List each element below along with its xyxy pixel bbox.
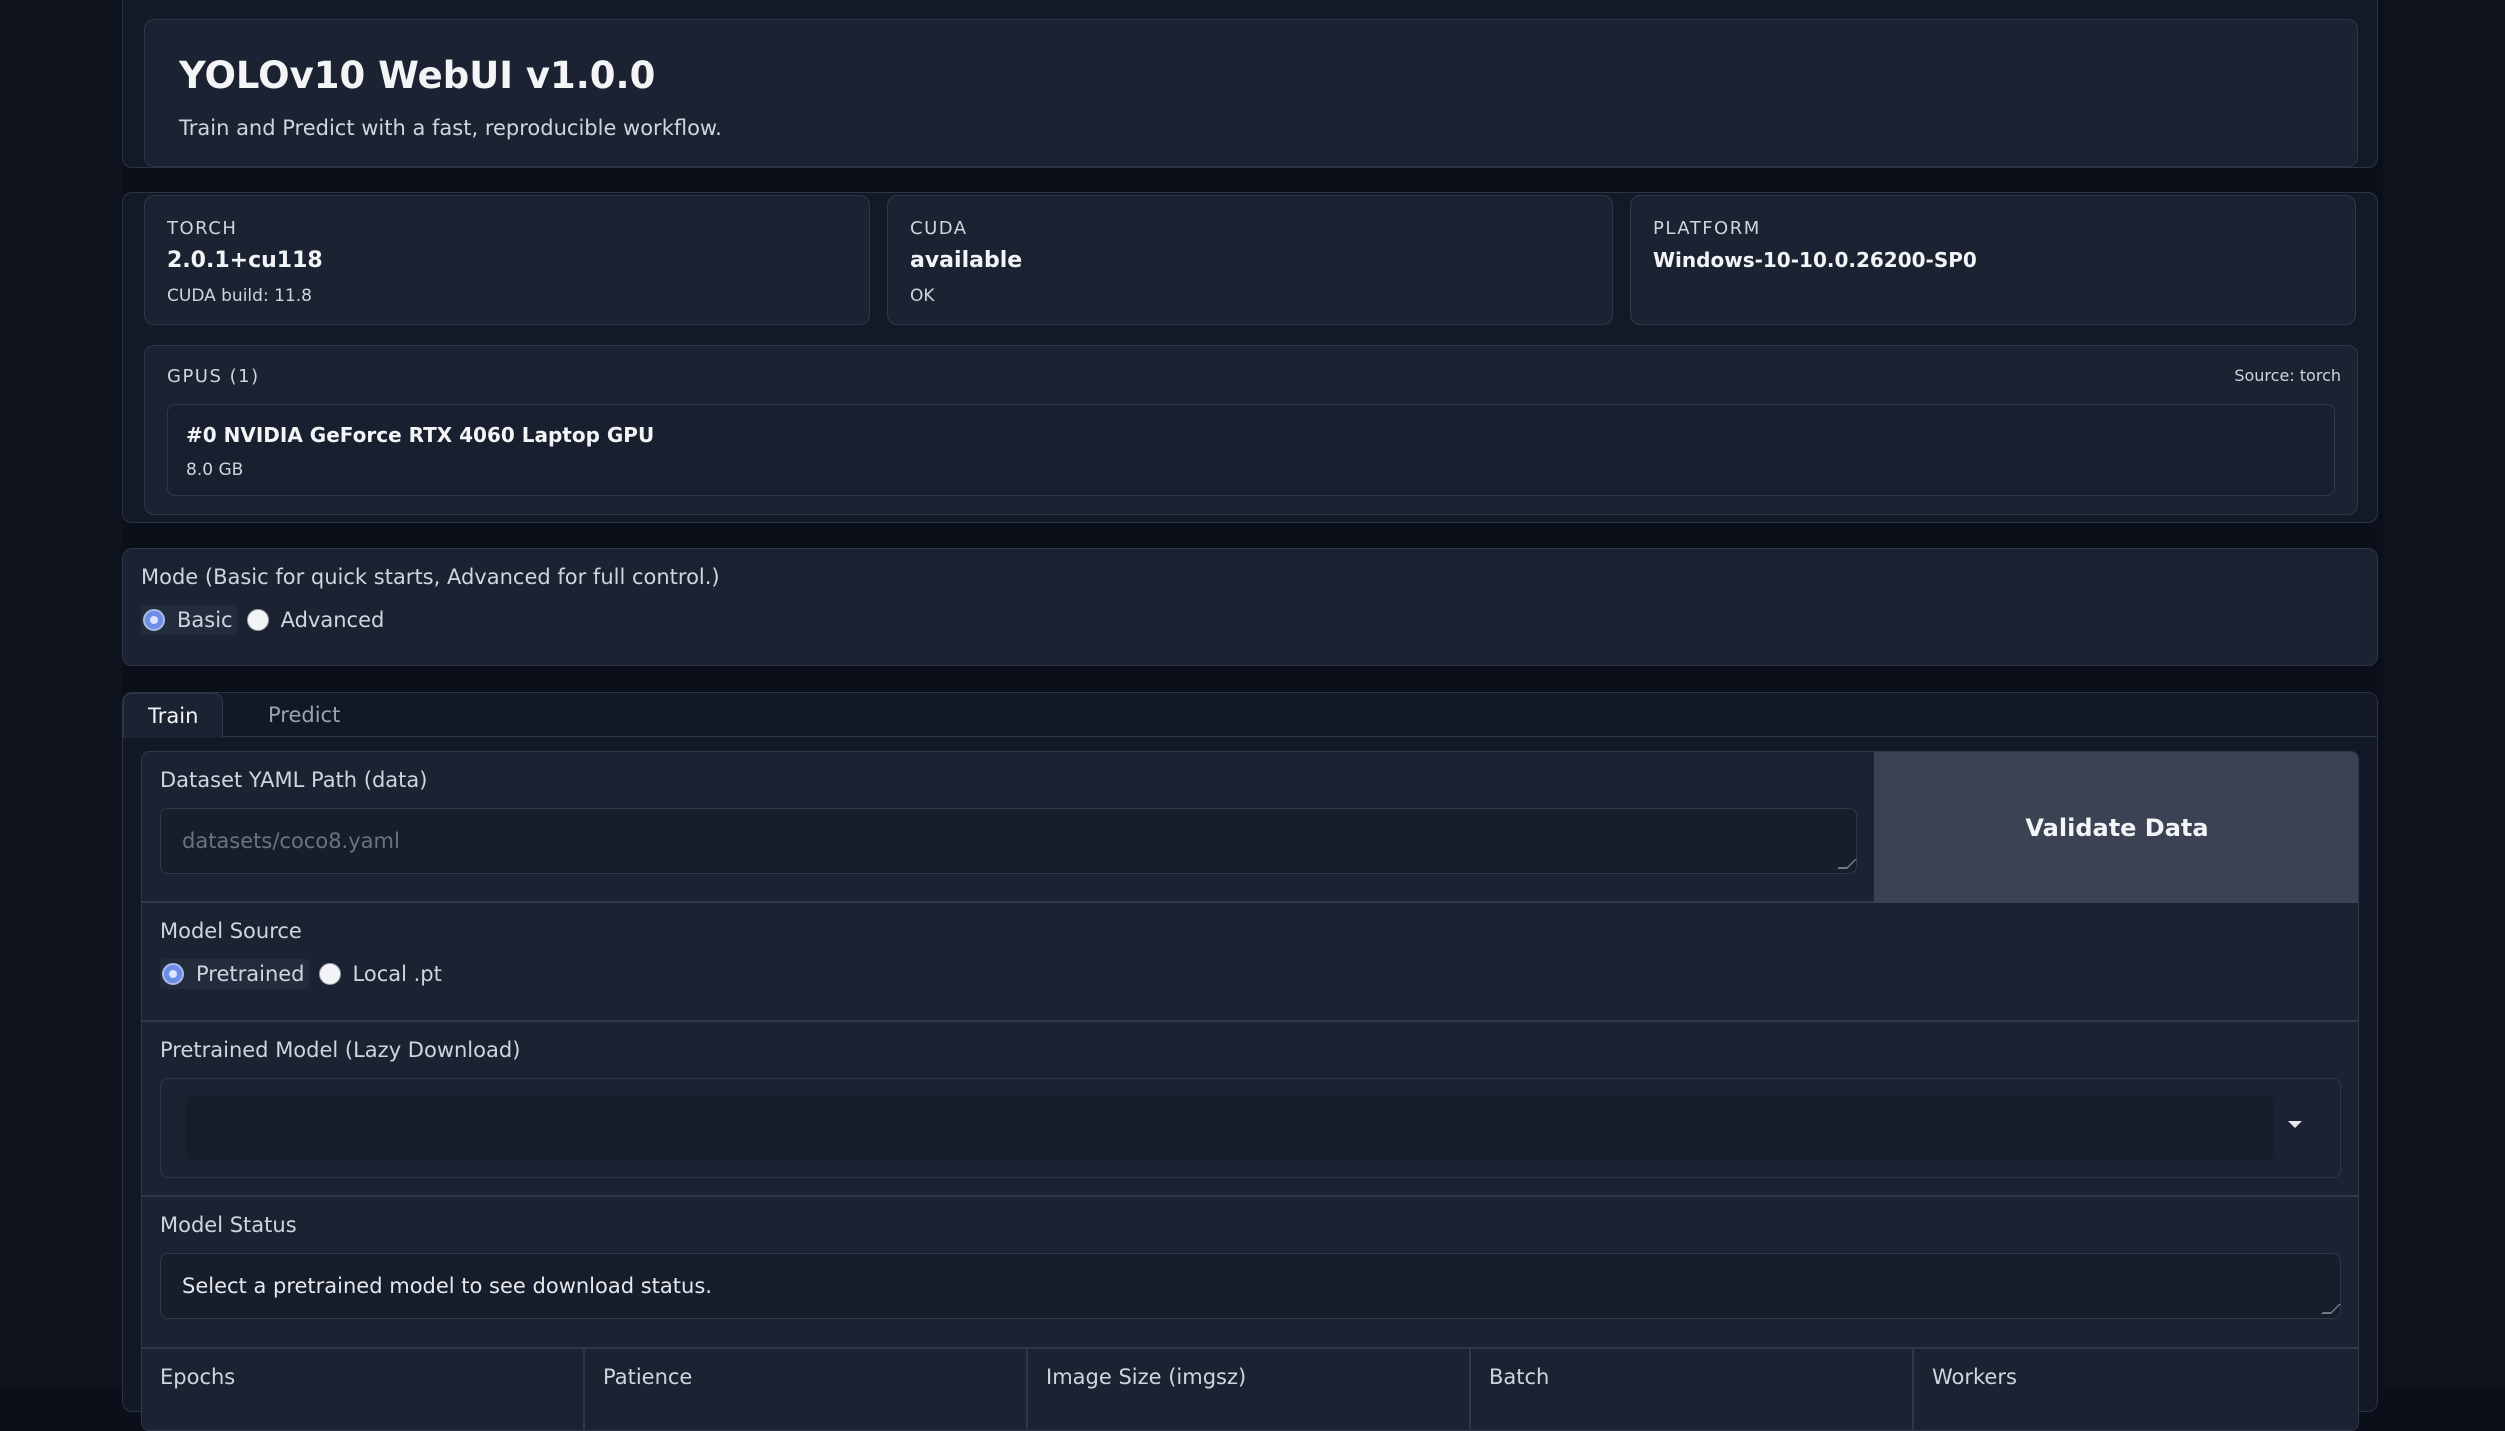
cuda-status: OK xyxy=(910,286,935,306)
torch-version: 2.0.1+cu118 xyxy=(167,248,323,273)
pretrained-model-dropdown[interactable] xyxy=(160,1078,2341,1178)
mode-radio-group: Basic Advanced xyxy=(141,605,388,635)
gpus-source: Source: torch xyxy=(2234,366,2341,385)
radio-selected-icon xyxy=(143,609,165,631)
workers-label: Workers xyxy=(1932,1365,2017,1389)
cuda-availability: available xyxy=(910,248,1022,273)
model-source-label: Model Source xyxy=(160,919,302,943)
mode-advanced-label: Advanced xyxy=(281,608,385,632)
param-patience: Patience xyxy=(585,1349,1028,1431)
epochs-label: Epochs xyxy=(160,1365,235,1389)
pretrained-option-label: Pretrained xyxy=(196,962,305,986)
torch-card: TORCH 2.0.1+cu118 CUDA build: 11.8 xyxy=(144,195,870,325)
cuda-build: CUDA build: 11.8 xyxy=(167,286,312,306)
app-subtitle: Train and Predict with a fast, reproduci… xyxy=(179,116,722,140)
page-gutter-right xyxy=(2383,0,2505,1389)
main-container: YOLOv10 WebUI v1.0.0 Train and Predict w… xyxy=(122,0,2378,1389)
mode-basic-radio[interactable]: Basic xyxy=(141,605,237,635)
dataset-label: Dataset YAML Path (data) xyxy=(160,768,427,792)
model-source-local-radio[interactable]: Local .pt xyxy=(317,959,446,989)
pretrained-model-select-input[interactable] xyxy=(185,1095,2274,1161)
platform-value: Windows-10-10.0.26200-SP0 xyxy=(1653,248,1977,272)
environment-panel: TORCH 2.0.1+cu118 CUDA build: 11.8 CUDA … xyxy=(122,192,2378,523)
param-workers: Workers xyxy=(1914,1349,2359,1431)
header-panel: YOLOv10 WebUI v1.0.0 Train and Predict w… xyxy=(122,0,2378,168)
model-status-textbox[interactable]: Select a pretrained model to see downloa… xyxy=(160,1253,2341,1319)
gpus-label: GPUS (1) xyxy=(167,366,260,387)
patience-label: Patience xyxy=(603,1365,692,1389)
local-pt-option-label: Local .pt xyxy=(353,962,442,986)
header-card: YOLOv10 WebUI v1.0.0 Train and Predict w… xyxy=(144,19,2358,167)
dataset-path-input[interactable]: datasets/coco8.yaml xyxy=(160,808,1857,874)
tab-predict[interactable]: Predict xyxy=(244,693,364,738)
training-params-row: Epochs Patience Image Size (imgsz) Batch… xyxy=(142,1349,2358,1431)
tab-train[interactable]: Train xyxy=(123,693,223,738)
gpu-name: #0 NVIDIA GeForce RTX 4060 Laptop GPU xyxy=(186,423,654,447)
model-source-radio-group: Pretrained Local .pt xyxy=(160,959,446,989)
gpu-memory: 8.0 GB xyxy=(186,460,243,480)
image-size-label: Image Size (imgsz) xyxy=(1046,1365,1246,1389)
mode-panel: Mode (Basic for quick starts, Advanced f… xyxy=(122,548,2378,666)
dataset-row: Dataset YAML Path (data) datasets/coco8.… xyxy=(142,752,2358,903)
mode-basic-label: Basic xyxy=(177,608,233,632)
pretrained-model-label: Pretrained Model (Lazy Download) xyxy=(160,1038,520,1062)
pretrained-model-row: Pretrained Model (Lazy Download) xyxy=(142,1022,2358,1197)
platform-label: PLATFORM xyxy=(1653,218,1761,239)
model-source-pretrained-radio[interactable]: Pretrained xyxy=(160,959,309,989)
model-status-label: Model Status xyxy=(160,1213,297,1237)
radio-selected-icon xyxy=(162,963,184,985)
tab-bar: Train Predict xyxy=(123,693,2377,737)
resize-handle-icon[interactable] xyxy=(2321,1304,2341,1314)
model-status-row: Model Status Select a pretrained model t… xyxy=(142,1197,2358,1349)
resize-handle-icon[interactable] xyxy=(1837,859,1857,869)
cuda-label: CUDA xyxy=(910,218,968,239)
param-epochs: Epochs xyxy=(142,1349,585,1431)
mode-label: Mode (Basic for quick starts, Advanced f… xyxy=(141,565,720,589)
model-status-text: Select a pretrained model to see downloa… xyxy=(182,1274,712,1298)
app-title: YOLOv10 WebUI v1.0.0 xyxy=(179,54,655,97)
param-batch: Batch xyxy=(1471,1349,1914,1431)
validate-data-button[interactable]: Validate Data xyxy=(1874,752,2359,903)
mode-advanced-radio[interactable]: Advanced xyxy=(245,605,389,635)
cuda-card: CUDA available OK xyxy=(887,195,1613,325)
radio-unselected-icon xyxy=(319,963,341,985)
torch-label: TORCH xyxy=(167,218,237,239)
page-gutter-left xyxy=(0,0,122,1389)
model-source-row: Model Source Pretrained Local .pt xyxy=(142,903,2358,1022)
radio-unselected-icon xyxy=(247,609,269,631)
platform-card: PLATFORM Windows-10-10.0.26200-SP0 xyxy=(1630,195,2356,325)
gpus-card: GPUS (1) Source: torch #0 NVIDIA GeForce… xyxy=(144,345,2358,515)
tabs-panel: Train Predict Dataset YAML Path (data) d… xyxy=(122,692,2378,1412)
train-tab-content: Dataset YAML Path (data) datasets/coco8.… xyxy=(141,751,2359,1431)
batch-label: Batch xyxy=(1489,1365,1549,1389)
param-image-size: Image Size (imgsz) xyxy=(1028,1349,1471,1431)
chevron-down-icon[interactable] xyxy=(2288,1121,2302,1128)
gpu-item: #0 NVIDIA GeForce RTX 4060 Laptop GPU 8.… xyxy=(167,404,2335,496)
